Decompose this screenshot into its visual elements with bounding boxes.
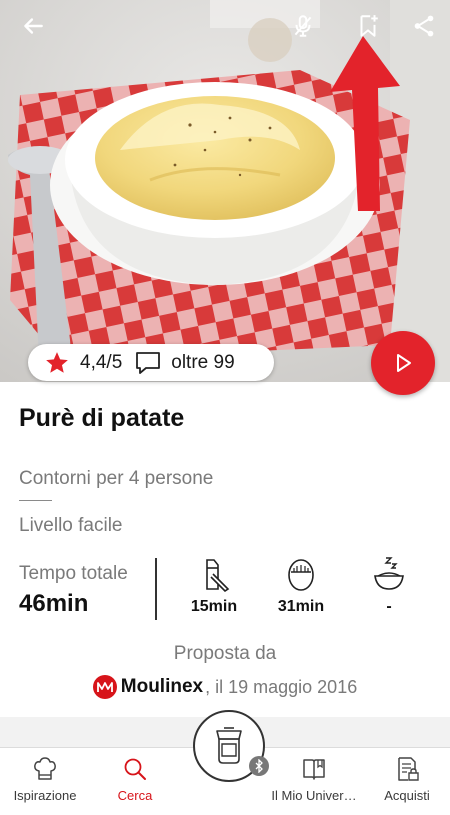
star-icon xyxy=(46,351,68,373)
brand-name[interactable]: Moulinex xyxy=(121,676,203,698)
mic-off-icon[interactable] xyxy=(287,10,319,42)
prep-time: 15min xyxy=(179,556,249,616)
cooking-device-icon xyxy=(216,727,242,764)
rest-bowl-icon xyxy=(374,557,404,590)
recipe-hero-image xyxy=(0,0,450,382)
nav-item-universo[interactable]: Il Mio Univer… xyxy=(264,756,364,803)
prep-knife-icon xyxy=(206,559,230,592)
timer-icon xyxy=(288,559,314,591)
divider xyxy=(19,500,52,501)
nav-item-acquisti[interactable]: Acquisti xyxy=(357,756,450,803)
rating-pill[interactable]: 4,4/5 oltre 99 xyxy=(28,344,274,381)
play-button[interactable] xyxy=(371,331,435,395)
rest-time: - xyxy=(354,556,424,616)
comment-icon xyxy=(136,351,161,374)
time-total-label: Tempo totale xyxy=(19,563,128,584)
author-line: Moulinex , il 19 maggio 2016 xyxy=(0,675,450,699)
rest-time-value: - xyxy=(386,598,392,615)
chef-hat-icon xyxy=(34,757,56,780)
mashed-potato-photo xyxy=(0,0,450,382)
comment-count: oltre 99 xyxy=(171,351,235,373)
bookmark-add-icon[interactable] xyxy=(352,10,384,42)
shopping-list-icon xyxy=(398,757,419,781)
book-icon xyxy=(303,759,325,780)
nav-label: Il Mio Univer… xyxy=(271,788,357,803)
time-divider xyxy=(155,558,157,620)
arrow-left-icon[interactable] xyxy=(17,10,49,42)
nav-item-cerca[interactable]: Cerca xyxy=(85,756,185,803)
recipe-category: Contorni per 4 persone xyxy=(19,468,214,489)
recipe-title: Purè di patate xyxy=(19,404,185,432)
nav-label: Ispirazione xyxy=(13,788,77,803)
cook-time: 31min xyxy=(266,556,336,616)
search-icon xyxy=(124,758,146,780)
prep-time-value: 15min xyxy=(190,598,238,615)
rating-value: 4,4/5 xyxy=(80,351,123,373)
nav-item-ispirazione[interactable]: Ispirazione xyxy=(0,756,95,803)
nav-label: Acquisti xyxy=(384,788,430,803)
proposed-by-label: Proposta da xyxy=(173,643,277,664)
play-icon xyxy=(397,354,411,372)
publish-date: , il 19 maggio 2016 xyxy=(205,676,358,697)
bottom-navigation: Ispirazione Cerca Il Mio Univer… Acquist… xyxy=(0,710,450,815)
nav-label: Cerca xyxy=(117,788,153,803)
recipe-difficulty: Livello facile xyxy=(19,515,123,536)
share-icon[interactable] xyxy=(408,10,440,42)
device-button[interactable] xyxy=(193,710,269,782)
time-total-value: 46min xyxy=(19,590,89,617)
moulinex-logo-icon xyxy=(92,675,117,699)
cook-time-value: 31min xyxy=(277,598,325,615)
